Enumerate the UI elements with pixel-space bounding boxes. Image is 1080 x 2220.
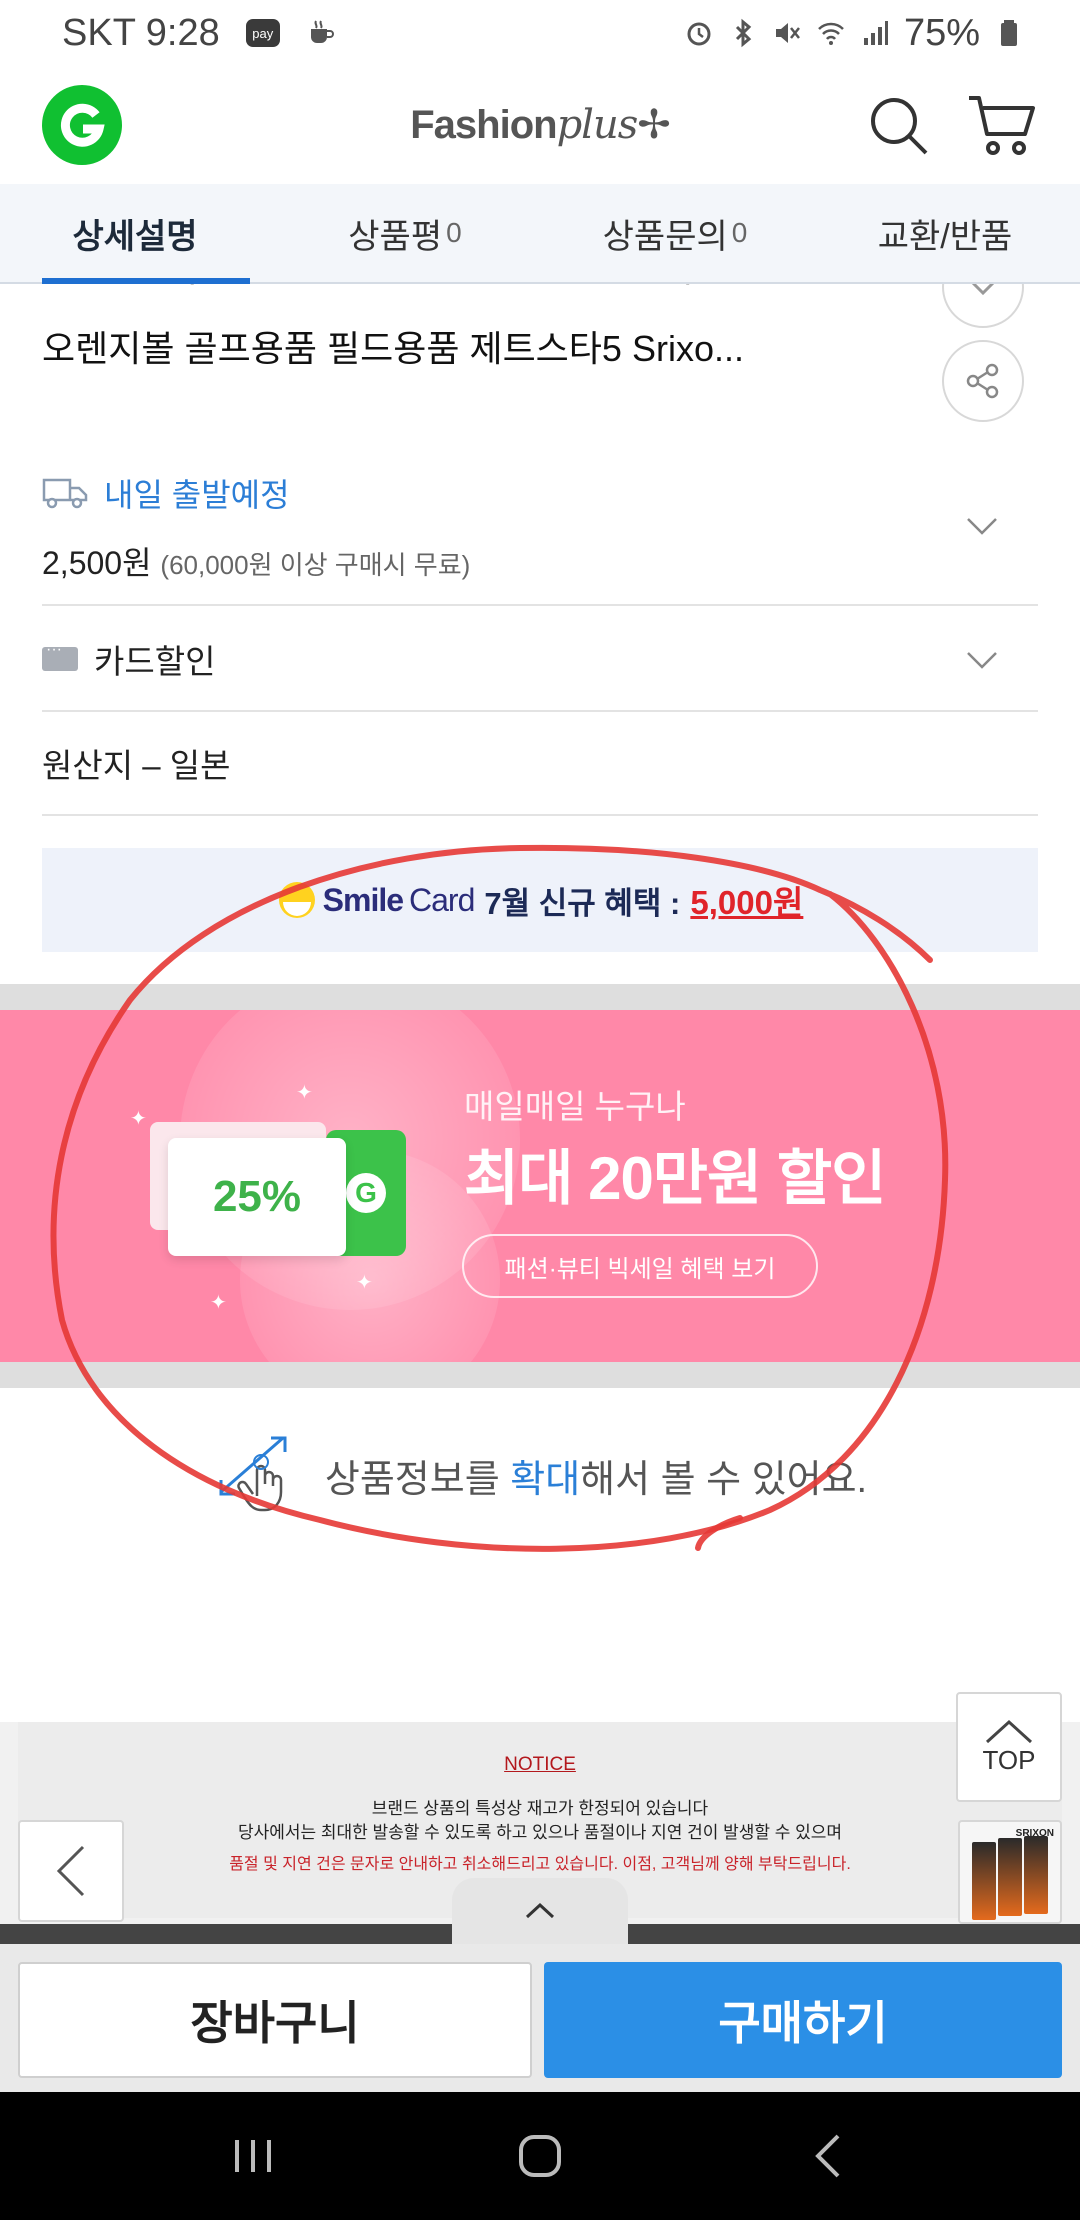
chevron-up-icon: [525, 1902, 555, 1919]
system-back-button[interactable]: [782, 2111, 872, 2201]
review-count: 0: [446, 217, 462, 248]
coffee-icon: [310, 20, 334, 43]
chevron-up-icon: [985, 1719, 1033, 1743]
coupon-percent: 25%: [168, 1138, 346, 1256]
app-header: Fashionplus✢: [0, 66, 1080, 184]
mute-icon: [775, 23, 800, 43]
carrier-time: SKT 9:28: [62, 11, 220, 54]
pinch-zoom-icon: [219, 1436, 287, 1512]
banner-title: 최대 20만원 할인: [464, 1145, 886, 1212]
tab-exchange-return[interactable]: 교환/반품: [810, 184, 1080, 282]
tab-inquiries[interactable]: 상품문의 0: [540, 184, 810, 282]
wifi-icon: [818, 22, 844, 45]
cart-button[interactable]: [966, 89, 1038, 161]
prev-button[interactable]: [18, 1820, 124, 1922]
notice-line-1: 브랜드 상품의 특성상 재고가 한정되어 있습니다: [371, 1799, 709, 1818]
product-box-image: [1024, 1836, 1048, 1914]
smile-card-text: 7월 신규 혜택 :: [484, 885, 681, 921]
card-discount-label: 카드할인: [94, 643, 216, 680]
product-box-image: [998, 1838, 1022, 1916]
search-button[interactable]: [862, 89, 934, 161]
battery-icon: [1001, 20, 1017, 46]
share-button[interactable]: [942, 340, 1024, 422]
chevron-left-icon: [56, 1845, 85, 1897]
notice-line-3: 품절 및 지연 건은 문자로 안내하고 취소해드리고 있습니다. 이점, 고객님…: [229, 1856, 851, 1873]
tab-description[interactable]: 상세설명: [0, 184, 270, 284]
chevron-down-icon: [967, 652, 997, 669]
add-to-cart-button[interactable]: 장바구니: [18, 1962, 532, 2078]
gmarket-logo[interactable]: [42, 85, 122, 165]
pay-icon: pay: [245, 19, 280, 47]
g-logo-icon: [60, 103, 105, 147]
promo-banner[interactable]: ✦ ✦ ✦ ✦ G 25% 매일매일 누구나 최대 20만원 할인 패션·뷰티 …: [0, 1010, 1080, 1362]
notice-line-2: 당사에서는 최대한 발송할 수 있도록 하고 있으나 품절이나 지연 건이 발생…: [237, 1823, 843, 1842]
shipping-note: (60,000원 이상 구매시 무료): [160, 550, 471, 580]
home-icon: [518, 2135, 561, 2177]
inquiry-count: 0: [731, 217, 748, 248]
buy-now-button[interactable]: 구매하기: [544, 1962, 1062, 2078]
recent-product-thumbnail[interactable]: SRIXON: [958, 1820, 1062, 1924]
cart-icon: [969, 96, 1035, 155]
product-box-image: [972, 1842, 996, 1920]
smile-card-logo: Smile Card: [277, 880, 475, 920]
back-arrow-icon: [814, 2134, 840, 2178]
expand-handle[interactable]: [452, 1878, 628, 1944]
alarm-icon: [687, 22, 711, 46]
zoom-hint[interactable]: 상품정보를 확대해서 볼 수 있어요.: [0, 1430, 1080, 1520]
recent-apps-icon: [235, 2140, 272, 2172]
origin-row: 원산지 – 일본: [42, 712, 1038, 816]
section-divider: [0, 984, 1080, 1010]
truck-icon: [42, 478, 88, 509]
notice-title: NOTICE: [504, 1754, 576, 1775]
section-divider: [0, 1362, 1080, 1388]
shipping-label: 내일 출발예정: [104, 477, 290, 513]
battery-percent: 75%: [903, 11, 980, 54]
shipping-price: 2,500원: [42, 545, 152, 581]
status-bar: SKT 9:28 pay 75%: [0, 0, 1080, 66]
recent-apps-button[interactable]: [208, 2111, 298, 2201]
banner-cta-button[interactable]: 패션·뷰티 빅세일 혜택 보기: [462, 1234, 818, 1298]
product-title: 오렌지볼 골프용품 필드용품 제트스타5 Srixo...: [42, 328, 744, 369]
search-icon: [871, 98, 928, 155]
product-tabs: 상세설명 상품평 0 상품문의 0 교환/반품: [0, 184, 1080, 284]
card-discount-row[interactable]: 카드할인: [42, 608, 1038, 712]
smile-face-icon: [278, 882, 315, 918]
smile-card-promo[interactable]: Smile Card 7월 신규 혜택 : 5,000원: [42, 848, 1038, 952]
system-nav-bar: [0, 2092, 1080, 2220]
chevron-down-icon: [967, 518, 997, 535]
signal-icon: [863, 21, 888, 45]
share-icon: [966, 363, 999, 399]
zoom-hint-text: 상품정보를 확대해서 볼 수 있어요.: [324, 1458, 868, 1501]
bottom-action-bar: 장바구니 구매하기: [0, 1944, 1080, 2092]
origin-label: 원산지 – 일본: [42, 747, 231, 784]
tab-reviews[interactable]: 상품평 0: [270, 184, 540, 282]
shipping-row[interactable]: 내일 출발예정 2,500원 (60,000원 이상 구매시 무료): [42, 470, 1038, 606]
smile-card-amount: 5,000원: [690, 884, 804, 921]
top-label: TOP: [982, 1744, 1036, 1775]
scroll-top-button[interactable]: TOP: [956, 1692, 1062, 1802]
coupon-g-mark: G: [346, 1173, 386, 1213]
credit-card-icon: [42, 641, 78, 671]
home-button[interactable]: [495, 2111, 585, 2201]
bluetooth-icon: [735, 18, 752, 48]
banner-subtitle: 매일매일 누구나: [464, 1088, 686, 1125]
